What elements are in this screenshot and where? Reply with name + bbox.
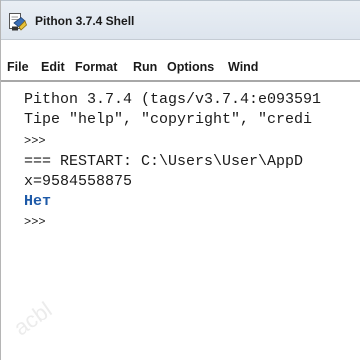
shell-window: Pithon 3.7.4 Shell File Edit Format Run … [0, 0, 360, 360]
menu-bar: File Edit Format Run Options Wind [1, 56, 360, 78]
menu-window[interactable]: Wind [228, 56, 258, 78]
menu-options[interactable]: Options [167, 56, 214, 78]
python-shell-icon [8, 12, 28, 32]
window-title: Pithon 3.7.4 Shell [35, 14, 135, 28]
title-bar[interactable]: Pithon 3.7.4 Shell [1, 0, 360, 40]
shell-prompt: >>> [24, 134, 46, 148]
menu-format[interactable]: Format [75, 56, 117, 78]
menu-edit[interactable]: Edit [41, 56, 65, 78]
watermark: acbl [9, 296, 57, 341]
shell-prompt[interactable]: >>> [24, 213, 46, 232]
shell-line-input: x=9584558875 [24, 173, 133, 190]
shell-output-area[interactable]: acbl Pithon 3.7.4 (tags/v3.7.4:e093591 T… [1, 82, 360, 360]
menu-run[interactable]: Run [133, 56, 157, 78]
shell-line-version: Pithon 3.7.4 (tags/v3.7.4:e093591 [24, 91, 322, 108]
shell-line-result: Нет [24, 193, 52, 210]
menu-file[interactable]: File [7, 56, 29, 78]
shell-line-restart: === RESTART: C:\Users\User\AppD [24, 153, 304, 170]
shell-line-help: Tipe "help", "copyright", "credi [24, 111, 313, 128]
